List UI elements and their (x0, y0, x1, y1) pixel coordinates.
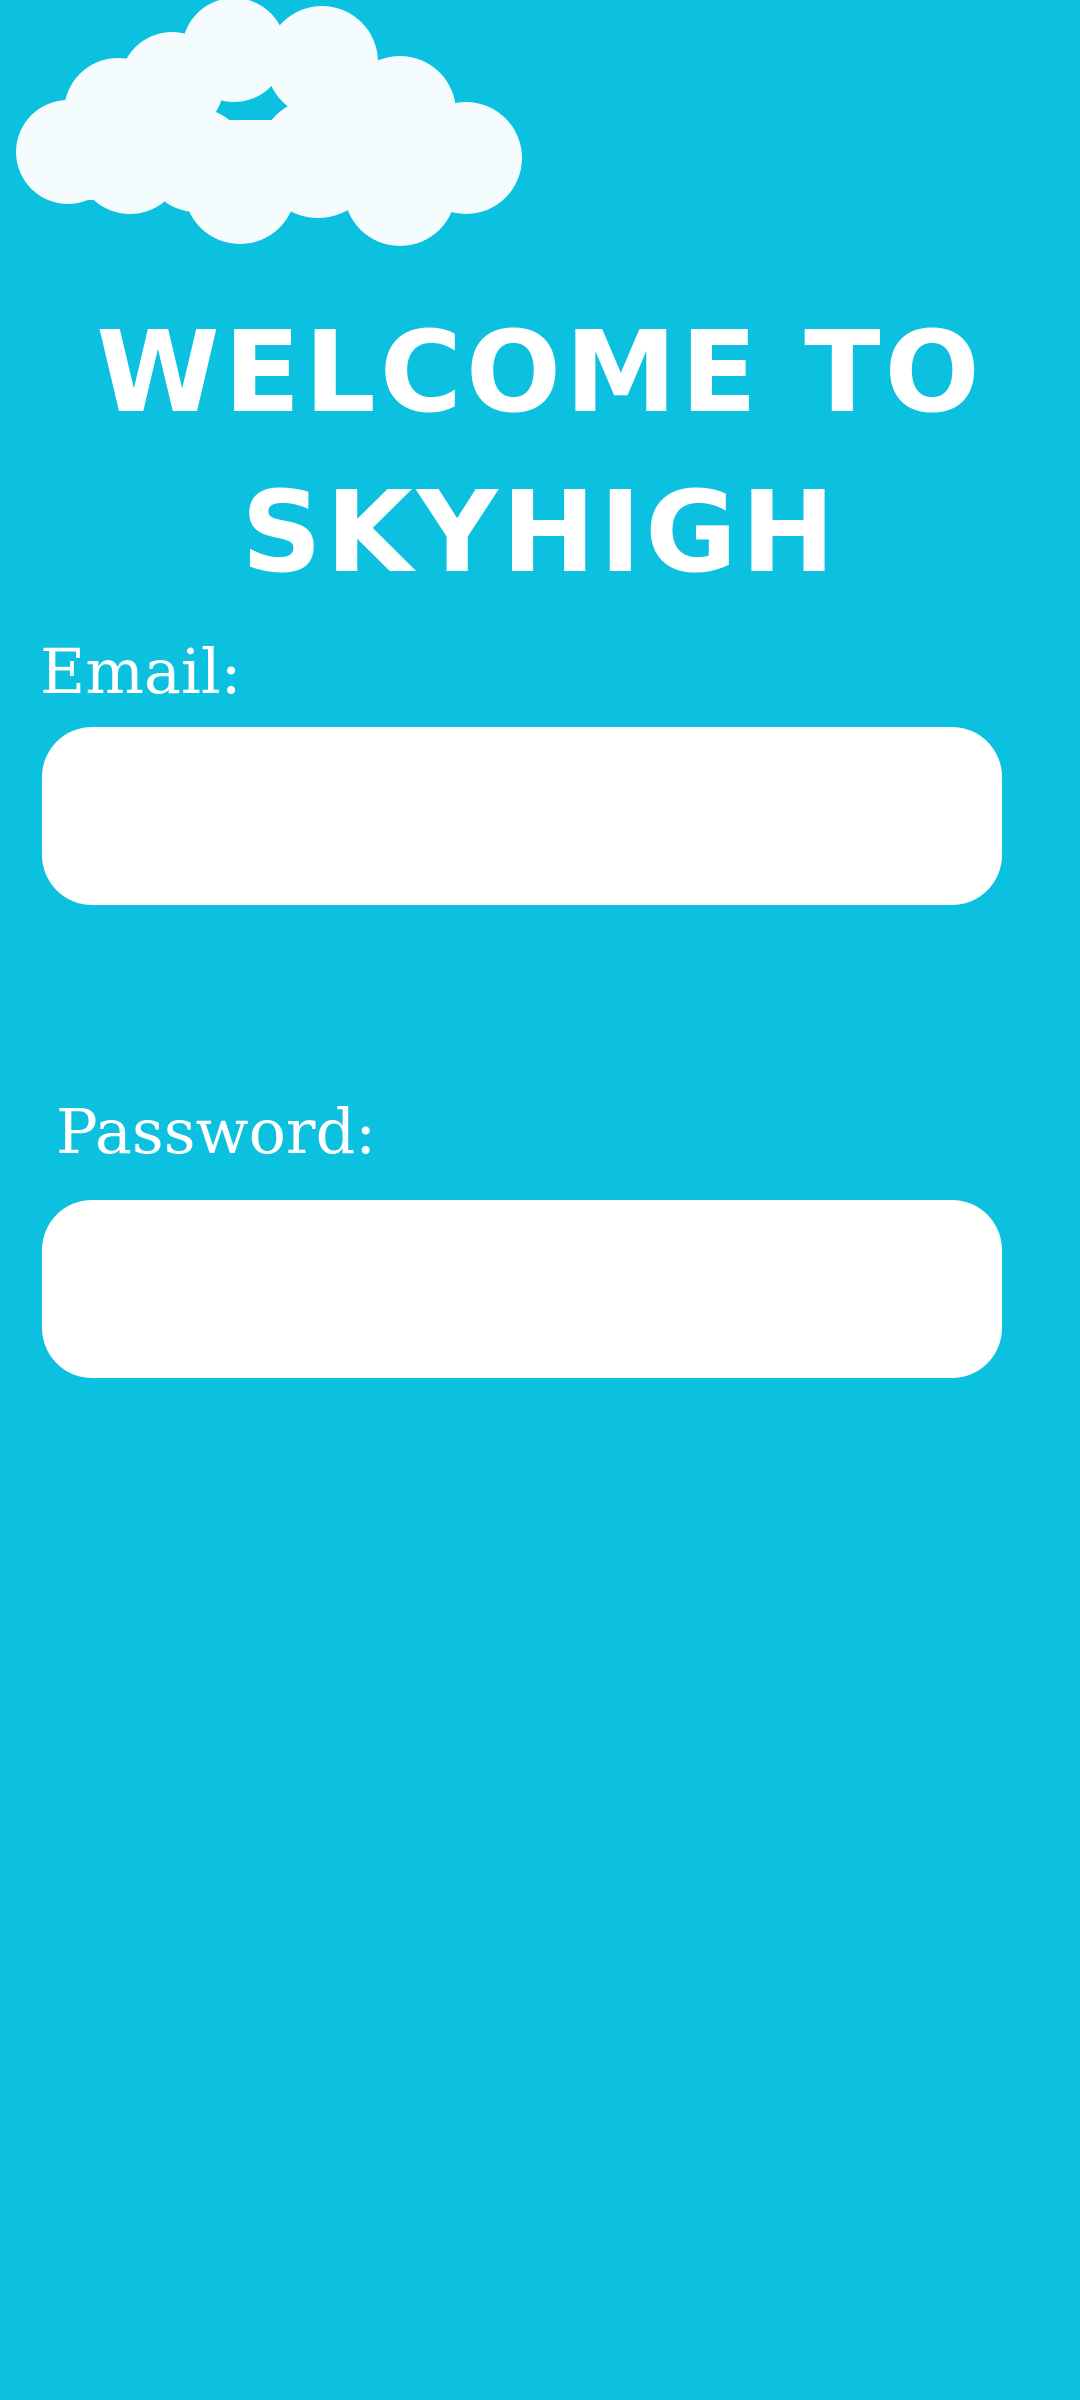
title-line-1: WELCOME TO (96, 308, 984, 439)
password-field[interactable] (42, 1200, 1002, 1378)
login-screen: WELCOME TO SKYHIGH Email: Password: (0, 0, 1080, 2400)
page-title: WELCOME TO SKYHIGH (90, 293, 990, 613)
title-line-2: SKYHIGH (241, 468, 839, 599)
password-label: Password: (56, 1095, 377, 1168)
email-label: Email: (40, 635, 242, 708)
email-field[interactable] (42, 727, 1002, 905)
cloud-icon (16, 0, 522, 246)
